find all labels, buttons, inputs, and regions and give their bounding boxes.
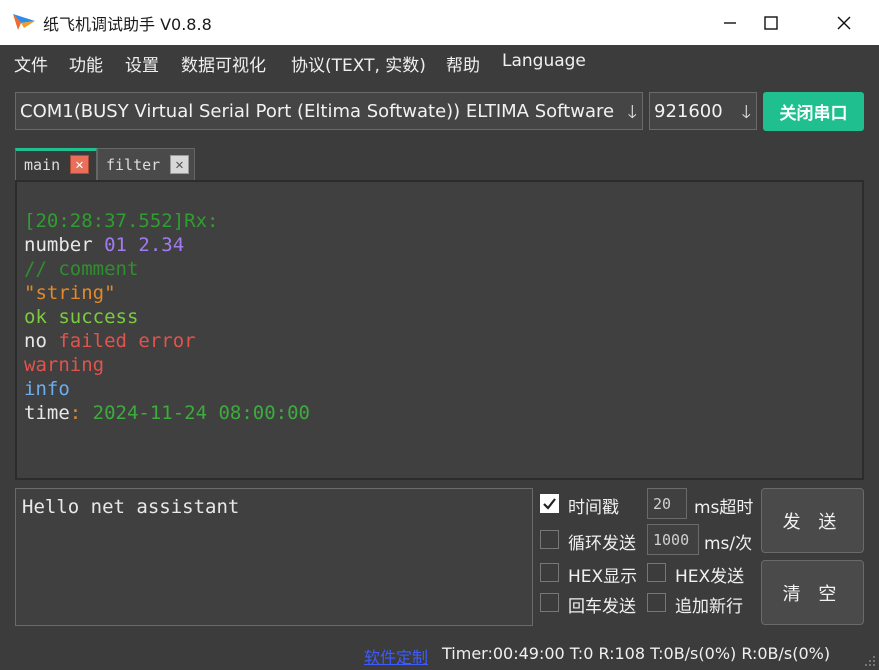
arrow-down-icon: 🡓	[627, 102, 637, 123]
terminal-line: info	[24, 378, 70, 400]
terminal-segment: number	[24, 234, 105, 256]
cr-send-label: 回车发送	[568, 597, 636, 617]
hex-display-label: HEX显示	[568, 567, 638, 587]
terminal-segment: [20:28:37.552]Rx:	[24, 210, 219, 232]
menu-protocol[interactable]: 协议(TEXT, 实数)	[291, 51, 426, 76]
terminal-line: no failed error	[24, 330, 196, 352]
terminal-segment: success	[58, 306, 139, 328]
close-icon	[837, 16, 851, 29]
status-text: Timer:00:49:00 T:0 R:108 T:0B/s(0%) R:0B…	[442, 644, 831, 663]
terminal-segment: "string"	[24, 282, 116, 304]
menu-help[interactable]: 帮助	[446, 51, 480, 76]
menu-settings[interactable]: 设置	[125, 51, 159, 76]
send-button[interactable]: 发 送	[761, 488, 864, 553]
send-input-value: Hello net assistant	[22, 496, 240, 518]
paper-plane-icon	[13, 14, 35, 30]
maximize-button[interactable]	[741, 0, 801, 45]
terminal-line: number 01 2.34	[24, 234, 184, 256]
timeout-input[interactable]: 20	[647, 488, 687, 519]
timeout-value: 20	[653, 495, 672, 513]
timestamp-label: 时间戳	[568, 498, 619, 518]
close-icon[interactable]: ✕	[170, 155, 189, 174]
hex-send-checkbox[interactable]	[647, 563, 666, 582]
close-window-button[interactable]	[814, 0, 874, 45]
loop-send-label: 循环发送	[568, 534, 636, 554]
arrow-down-icon: 🡓	[741, 102, 751, 123]
menu-visualization[interactable]: 数据可视化	[181, 51, 266, 76]
terminal-segment: time	[24, 402, 70, 424]
tab-main[interactable]: main ✕	[15, 148, 97, 181]
port-select[interactable]: COM1(BUSY Virtual Serial Port (Eltima So…	[15, 92, 643, 130]
tab-main-label: main	[24, 156, 61, 174]
check-icon	[543, 498, 556, 510]
terminal-segment: warning	[24, 354, 105, 376]
hex-send-label: HEX发送	[675, 567, 745, 587]
loop-send-checkbox[interactable]	[540, 530, 559, 549]
terminal-line: // comment	[24, 258, 138, 280]
terminal-segment: no	[24, 330, 59, 352]
timestamp-checkbox[interactable]	[540, 494, 559, 513]
close-icon[interactable]: ✕	[70, 155, 89, 174]
tab-filter[interactable]: filter ✕	[97, 148, 195, 181]
menu-language[interactable]: Language	[502, 51, 586, 71]
menu-file[interactable]: 文件	[14, 51, 48, 76]
close-port-button[interactable]: 关闭串口	[763, 92, 864, 131]
terminal-segment: 2024-11-24 08:00:00	[92, 402, 310, 424]
terminal-segment: 01 2.34	[104, 234, 185, 256]
terminal-segment: info	[24, 378, 70, 400]
minimize-icon	[724, 21, 736, 24]
terminal-segment: // comment	[24, 258, 139, 280]
interval-value: 1000	[653, 531, 690, 549]
custom-software-link[interactable]: 软件定制	[364, 644, 428, 668]
terminal-segment: :	[69, 402, 93, 424]
timeout-unit: ms超时	[694, 498, 754, 518]
resize-grip-icon[interactable]	[864, 655, 876, 667]
baud-select-value: 921600	[654, 101, 723, 122]
title-bar: 纸飞机调试助手 V0.8.8	[0, 0, 879, 45]
terminal-segment: ok	[24, 306, 59, 328]
baud-select[interactable]: 921600 🡓	[649, 92, 757, 130]
terminal-line: ok success	[24, 306, 138, 328]
tab-filter-label: filter	[106, 156, 161, 174]
interval-unit: ms/次	[704, 534, 753, 554]
send-input[interactable]: Hello net assistant	[15, 488, 533, 626]
window-title: 纸飞机调试助手 V0.8.8	[43, 15, 212, 34]
newline-checkbox[interactable]	[647, 593, 666, 612]
hex-display-checkbox[interactable]	[540, 563, 559, 582]
maximize-icon	[764, 15, 778, 30]
interval-input[interactable]: 1000	[647, 524, 699, 555]
terminal-line: warning	[24, 354, 104, 376]
clear-button[interactable]: 清 空	[761, 560, 864, 625]
port-select-value: COM1(BUSY Virtual Serial Port (Eltima So…	[20, 101, 615, 122]
newline-label: 追加新行	[675, 597, 743, 617]
receive-terminal[interactable]: [20:28:37.552]Rx: number 01 2.34// commen…	[15, 180, 864, 480]
menu-function[interactable]: 功能	[69, 51, 103, 76]
terminal-line: "string"	[24, 282, 116, 304]
terminal-line: time: 2024-11-24 08:00:00	[24, 402, 310, 424]
terminal-segment: failed error	[58, 330, 196, 352]
terminal-line: [20:28:37.552]Rx:	[24, 210, 218, 232]
menu-bar: 文件 功能 设置 数据可视化 协议(TEXT, 实数) 帮助 Language	[0, 45, 879, 79]
cr-send-checkbox[interactable]	[540, 593, 559, 612]
